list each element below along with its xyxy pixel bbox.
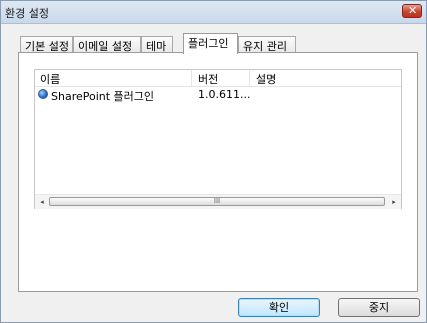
close-button[interactable]: ✕ (402, 4, 422, 18)
column-header-description[interactable]: 설명 (256, 71, 276, 87)
plugin-list[interactable]: 이름 버전 설명 SharePoint 플러그인 1.0.611... ◂ II… (34, 69, 402, 209)
ok-button[interactable]: 확인 (238, 298, 320, 317)
list-header: 이름 버전 설명 (35, 70, 401, 87)
scroll-right-icon[interactable]: ▸ (388, 196, 400, 208)
window-title: 환경 설정 (5, 7, 49, 20)
tab-general[interactable]: 기본 설정 (20, 36, 73, 53)
plugin-version: 1.0.611... (198, 88, 251, 101)
plugin-name: SharePoint 플러그인 (51, 90, 155, 103)
scrollbar-thumb[interactable]: III (49, 197, 385, 206)
cancel-button[interactable]: 중지 (338, 298, 420, 317)
close-icon: ✕ (408, 4, 418, 17)
plugins-panel: 이름 버전 설명 SharePoint 플러그인 1.0.611... ◂ II… (18, 52, 418, 292)
column-header-version[interactable]: 버전 (198, 71, 218, 87)
tab-plugins[interactable]: 플러그인 (183, 33, 238, 54)
tab-maintenance[interactable]: 유지 관리 (238, 36, 296, 53)
tab-theme[interactable]: 테마 (141, 36, 173, 53)
scroll-left-icon[interactable]: ◂ (36, 196, 48, 208)
horizontal-scrollbar[interactable]: ◂ III ▸ (35, 194, 401, 209)
globe-icon (38, 89, 48, 99)
title-bar[interactable]: 환경 설정 ✕ (1, 1, 426, 24)
column-divider[interactable] (249, 70, 250, 86)
tab-email[interactable]: 이메일 설정 (73, 36, 141, 53)
column-divider[interactable] (191, 70, 192, 86)
plugin-row[interactable]: SharePoint 플러그인 1.0.611... (35, 88, 401, 103)
column-header-name[interactable]: 이름 (40, 71, 60, 87)
preferences-dialog: 환경 설정 ✕ 기본 설정 이메일 설정 테마 플러그인 유지 관리 이름 버전… (0, 0, 427, 323)
